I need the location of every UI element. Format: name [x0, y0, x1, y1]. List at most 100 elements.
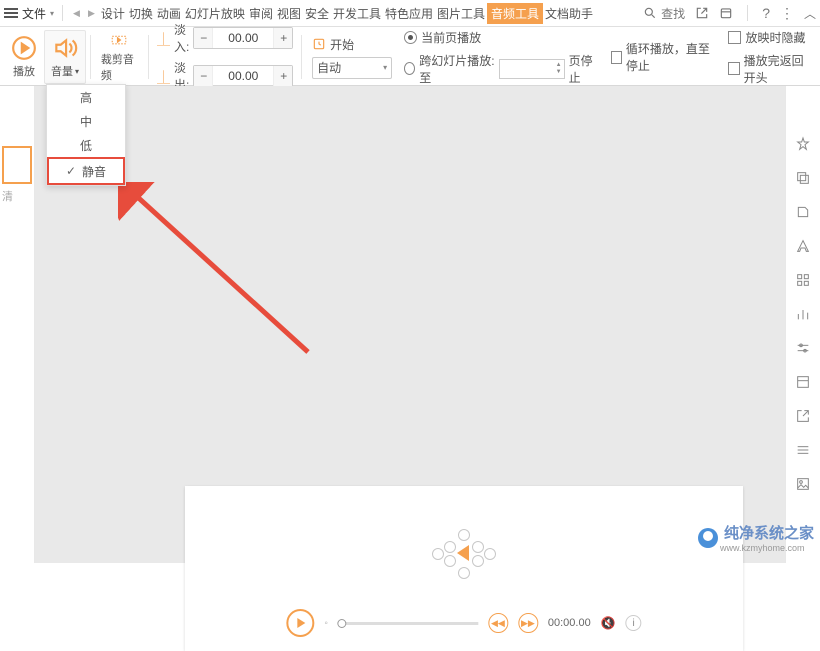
slide-canvas[interactable]: ◦ ◀◀ ▶▶ 00:00.00 🔇 i — [35, 86, 785, 563]
volume-low[interactable]: 低 — [47, 133, 125, 157]
settings-icon[interactable] — [795, 340, 811, 356]
image-icon[interactable] — [795, 476, 811, 492]
tab-special[interactable]: 特色应用 — [383, 5, 435, 22]
checkbox-icon — [728, 62, 739, 75]
checkbox-icon — [728, 31, 741, 44]
fade-in-icon: ⏊ — [157, 29, 170, 48]
radio-across-slides[interactable]: 跨幻灯片播放: 至 ▲▼ 页停止 — [404, 52, 598, 86]
play-label: 播放 — [13, 63, 35, 79]
check-icon: ✓ — [66, 164, 76, 178]
tab-review[interactable]: 审阅 — [247, 5, 275, 22]
slide: ◦ ◀◀ ▶▶ 00:00.00 🔇 i — [185, 486, 743, 651]
star-icon[interactable] — [795, 136, 811, 152]
text-icon[interactable] — [795, 238, 811, 254]
radio-icon — [404, 62, 415, 75]
fade-in-plus[interactable]: + — [274, 28, 292, 48]
player-start-marker: ◦ — [324, 618, 328, 629]
watermark-url: www.kzmyhome.com — [720, 543, 814, 553]
audio-player: ◦ ◀◀ ▶▶ 00:00.00 🔇 i — [282, 605, 645, 641]
tab-picture-tools[interactable]: 图片工具 — [435, 5, 487, 22]
tab-security[interactable]: 安全 — [303, 5, 331, 22]
crop-label: 裁剪音频 — [101, 51, 138, 83]
radio-across-label: 跨幻灯片播放: 至 — [419, 52, 495, 86]
template-icon[interactable] — [795, 374, 811, 390]
fade-in-label: 淡入: — [174, 21, 189, 55]
calendar-icon[interactable] — [719, 6, 733, 20]
shape-icon[interactable] — [795, 204, 811, 220]
slide-thumbnails: 1 清 — [0, 86, 35, 563]
slide-notes-icon[interactable]: 清 — [2, 188, 32, 200]
fade-out-value: 00.00 — [212, 66, 274, 86]
player-mute-icon[interactable]: 🔇 — [601, 616, 616, 630]
radio-current-page[interactable]: 当前页播放 — [404, 29, 598, 46]
player-play-button[interactable] — [286, 609, 314, 637]
start-label: 开始 — [330, 36, 354, 53]
play-button[interactable]: 播放 — [4, 31, 44, 83]
audio-object[interactable] — [442, 531, 486, 575]
watermark-logo-icon — [698, 528, 718, 548]
tab-audio-tools[interactable]: 音频工具 — [487, 3, 543, 24]
list-icon[interactable] — [795, 442, 811, 458]
search-button[interactable]: 查找 — [643, 5, 685, 22]
player-info-icon[interactable]: i — [626, 615, 642, 631]
more-icon[interactable]: ⋮ — [780, 5, 794, 22]
volume-high[interactable]: 高 — [47, 85, 125, 109]
stop-page-input[interactable]: ▲▼ — [499, 59, 565, 79]
watermark: 纯净系统之家 www.kzmyhome.com — [698, 522, 814, 553]
start-options: 开始 自动 ▾ — [306, 36, 398, 79]
volume-label: 音量▾ — [51, 63, 79, 79]
watermark-text: 纯净系统之家 — [724, 522, 814, 543]
search-icon — [643, 6, 657, 20]
hamburger-icon[interactable] — [4, 6, 18, 20]
check-rewind[interactable]: 播放完返回开头 — [728, 52, 814, 86]
check-hide-label: 放映时隐藏 — [745, 29, 805, 46]
radio-icon — [404, 31, 417, 44]
clock-icon — [312, 37, 326, 51]
start-select-value: 自动 — [317, 59, 341, 76]
tab-slideshow[interactable]: 幻灯片放映 — [183, 5, 247, 22]
grid-icon[interactable] — [795, 272, 811, 288]
chart-icon[interactable] — [795, 306, 811, 322]
spin-down-icon[interactable]: ▼ — [556, 69, 562, 76]
player-next-button[interactable]: ▶▶ — [518, 613, 538, 633]
play-scope-group: 当前页播放 跨幻灯片播放: 至 ▲▼ 页停止 — [398, 29, 604, 86]
crop-icon — [105, 31, 133, 49]
player-progress[interactable] — [338, 622, 478, 625]
share-icon[interactable] — [695, 6, 709, 20]
check-loop[interactable]: 循环播放，直至停止 — [611, 40, 717, 74]
collapse-icon[interactable]: ︿ — [804, 5, 816, 22]
start-select[interactable]: 自动 ▾ — [312, 57, 392, 79]
export-icon[interactable] — [795, 408, 811, 424]
tab-view[interactable]: 视图 — [275, 5, 303, 22]
tab-design[interactable]: 设计 — [99, 5, 127, 22]
player-prev-button[interactable]: ◀◀ — [488, 613, 508, 633]
volume-button[interactable]: 音量▾ — [44, 30, 86, 84]
help-icon[interactable]: ? — [762, 5, 770, 21]
fade-group: ⏊ 淡入: − 00.00 + ⏊ 淡出: − 00.00 + — [153, 21, 297, 93]
volume-mute[interactable]: ✓ 静音 — [47, 157, 125, 185]
spin-up-icon[interactable]: ▲ — [556, 62, 562, 69]
tab-doc-assistant[interactable]: 文档助手 — [543, 5, 595, 22]
nav-prev-icon[interactable]: ◀ — [71, 8, 82, 19]
player-time: 00:00.00 — [548, 617, 591, 629]
file-caret-icon[interactable]: ▾ — [50, 9, 54, 18]
fade-out-plus[interactable]: + — [274, 66, 292, 86]
tab-devtools[interactable]: 开发工具 — [331, 5, 383, 22]
check-hide[interactable]: 放映时隐藏 — [728, 29, 814, 46]
fade-in-spinner[interactable]: − 00.00 + — [193, 27, 293, 49]
crop-audio-button[interactable]: 裁剪音频 — [95, 31, 144, 83]
nav-next-icon[interactable]: ▶ — [86, 8, 97, 19]
playback-options: 循环播放，直至停止 — [605, 40, 723, 74]
tab-animation[interactable]: 动画 — [155, 5, 183, 22]
fade-out-spinner[interactable]: − 00.00 + — [193, 65, 293, 87]
menu-bar: 文件 ▾ ◀ ▶ 设计 切换 动画 幻灯片放映 审阅 视图 安全 开发工具 特色… — [0, 0, 820, 27]
fade-in-minus[interactable]: − — [194, 28, 212, 48]
file-menu[interactable]: 文件 — [22, 5, 46, 22]
volume-medium[interactable]: 中 — [47, 109, 125, 133]
fade-out-minus[interactable]: − — [194, 66, 212, 86]
layers-icon[interactable] — [795, 170, 811, 186]
slide-thumb-1[interactable]: 1 — [2, 146, 32, 184]
tab-transition[interactable]: 切换 — [127, 5, 155, 22]
volume-dropdown: 高 中 低 ✓ 静音 — [46, 84, 126, 186]
page-stop-label: 页停止 — [569, 52, 599, 86]
